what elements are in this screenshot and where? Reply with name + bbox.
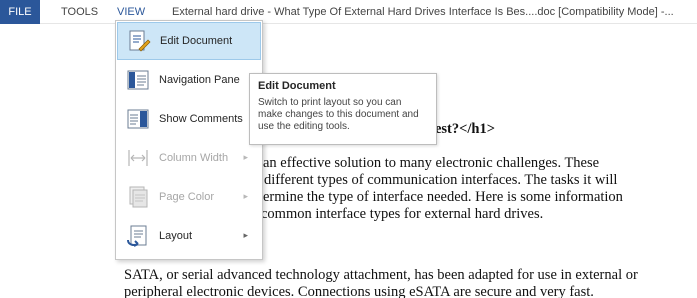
menu-item-label: Navigation Pane: [159, 74, 240, 86]
menu-item-column-width[interactable]: Column Width ▸: [117, 139, 261, 177]
menu-item-label: Page Color: [159, 191, 215, 203]
layout-icon: [125, 224, 151, 248]
paragraph-line: peripheral electronic devices. Connectio…: [124, 284, 594, 298]
ribbon-bar: FILE TOOLS VIEW External hard drive - Wh…: [0, 0, 697, 24]
edit-document-icon: [126, 29, 152, 53]
paragraph-line: an effective solution to many electronic…: [263, 155, 600, 171]
menu-item-label: Column Width: [159, 152, 229, 164]
document-canvas: s Best?</h1> an effective solution to ma…: [0, 25, 697, 298]
menu-item-edit-document[interactable]: Edit Document: [117, 22, 261, 60]
chevron-right-icon: ▸: [243, 191, 248, 201]
menu-item-label: Edit Document: [160, 35, 233, 47]
chevron-right-icon: ▸: [243, 230, 248, 240]
chevron-right-icon: ▸: [243, 152, 248, 162]
edit-document-tooltip: Edit Document Switch to print layout so …: [249, 73, 437, 145]
view-dropdown-menu: Edit Document Navigation Pane Show Comme…: [115, 20, 263, 260]
menu-item-label: Show Comments: [159, 113, 243, 125]
tooltip-title: Edit Document: [258, 80, 336, 92]
tab-tools[interactable]: TOOLS: [52, 0, 107, 24]
paragraph-line: different types of communication interfa…: [264, 172, 618, 188]
menu-item-label: Layout: [159, 230, 193, 242]
paragraph-line: common interface types for external hard…: [261, 206, 544, 222]
tooltip-body: Switch to print layout so you can make c…: [258, 97, 419, 132]
paragraph-line: ermine the type of interface needed. Her…: [263, 189, 623, 205]
navigation-pane-icon: [125, 68, 151, 92]
menu-item-show-comments[interactable]: Show Comments: [117, 100, 261, 138]
menu-item-page-color[interactable]: Page Color ▸: [117, 178, 261, 216]
paragraph-line: SATA, or serial advanced technology atta…: [124, 267, 638, 283]
tab-file[interactable]: FILE: [0, 0, 40, 24]
show-comments-icon: [125, 107, 151, 131]
page-color-icon: [125, 185, 151, 209]
menu-item-layout[interactable]: Layout ▸: [117, 217, 261, 255]
menu-item-navigation-pane[interactable]: Navigation Pane: [117, 61, 261, 99]
column-width-icon: [125, 146, 151, 170]
